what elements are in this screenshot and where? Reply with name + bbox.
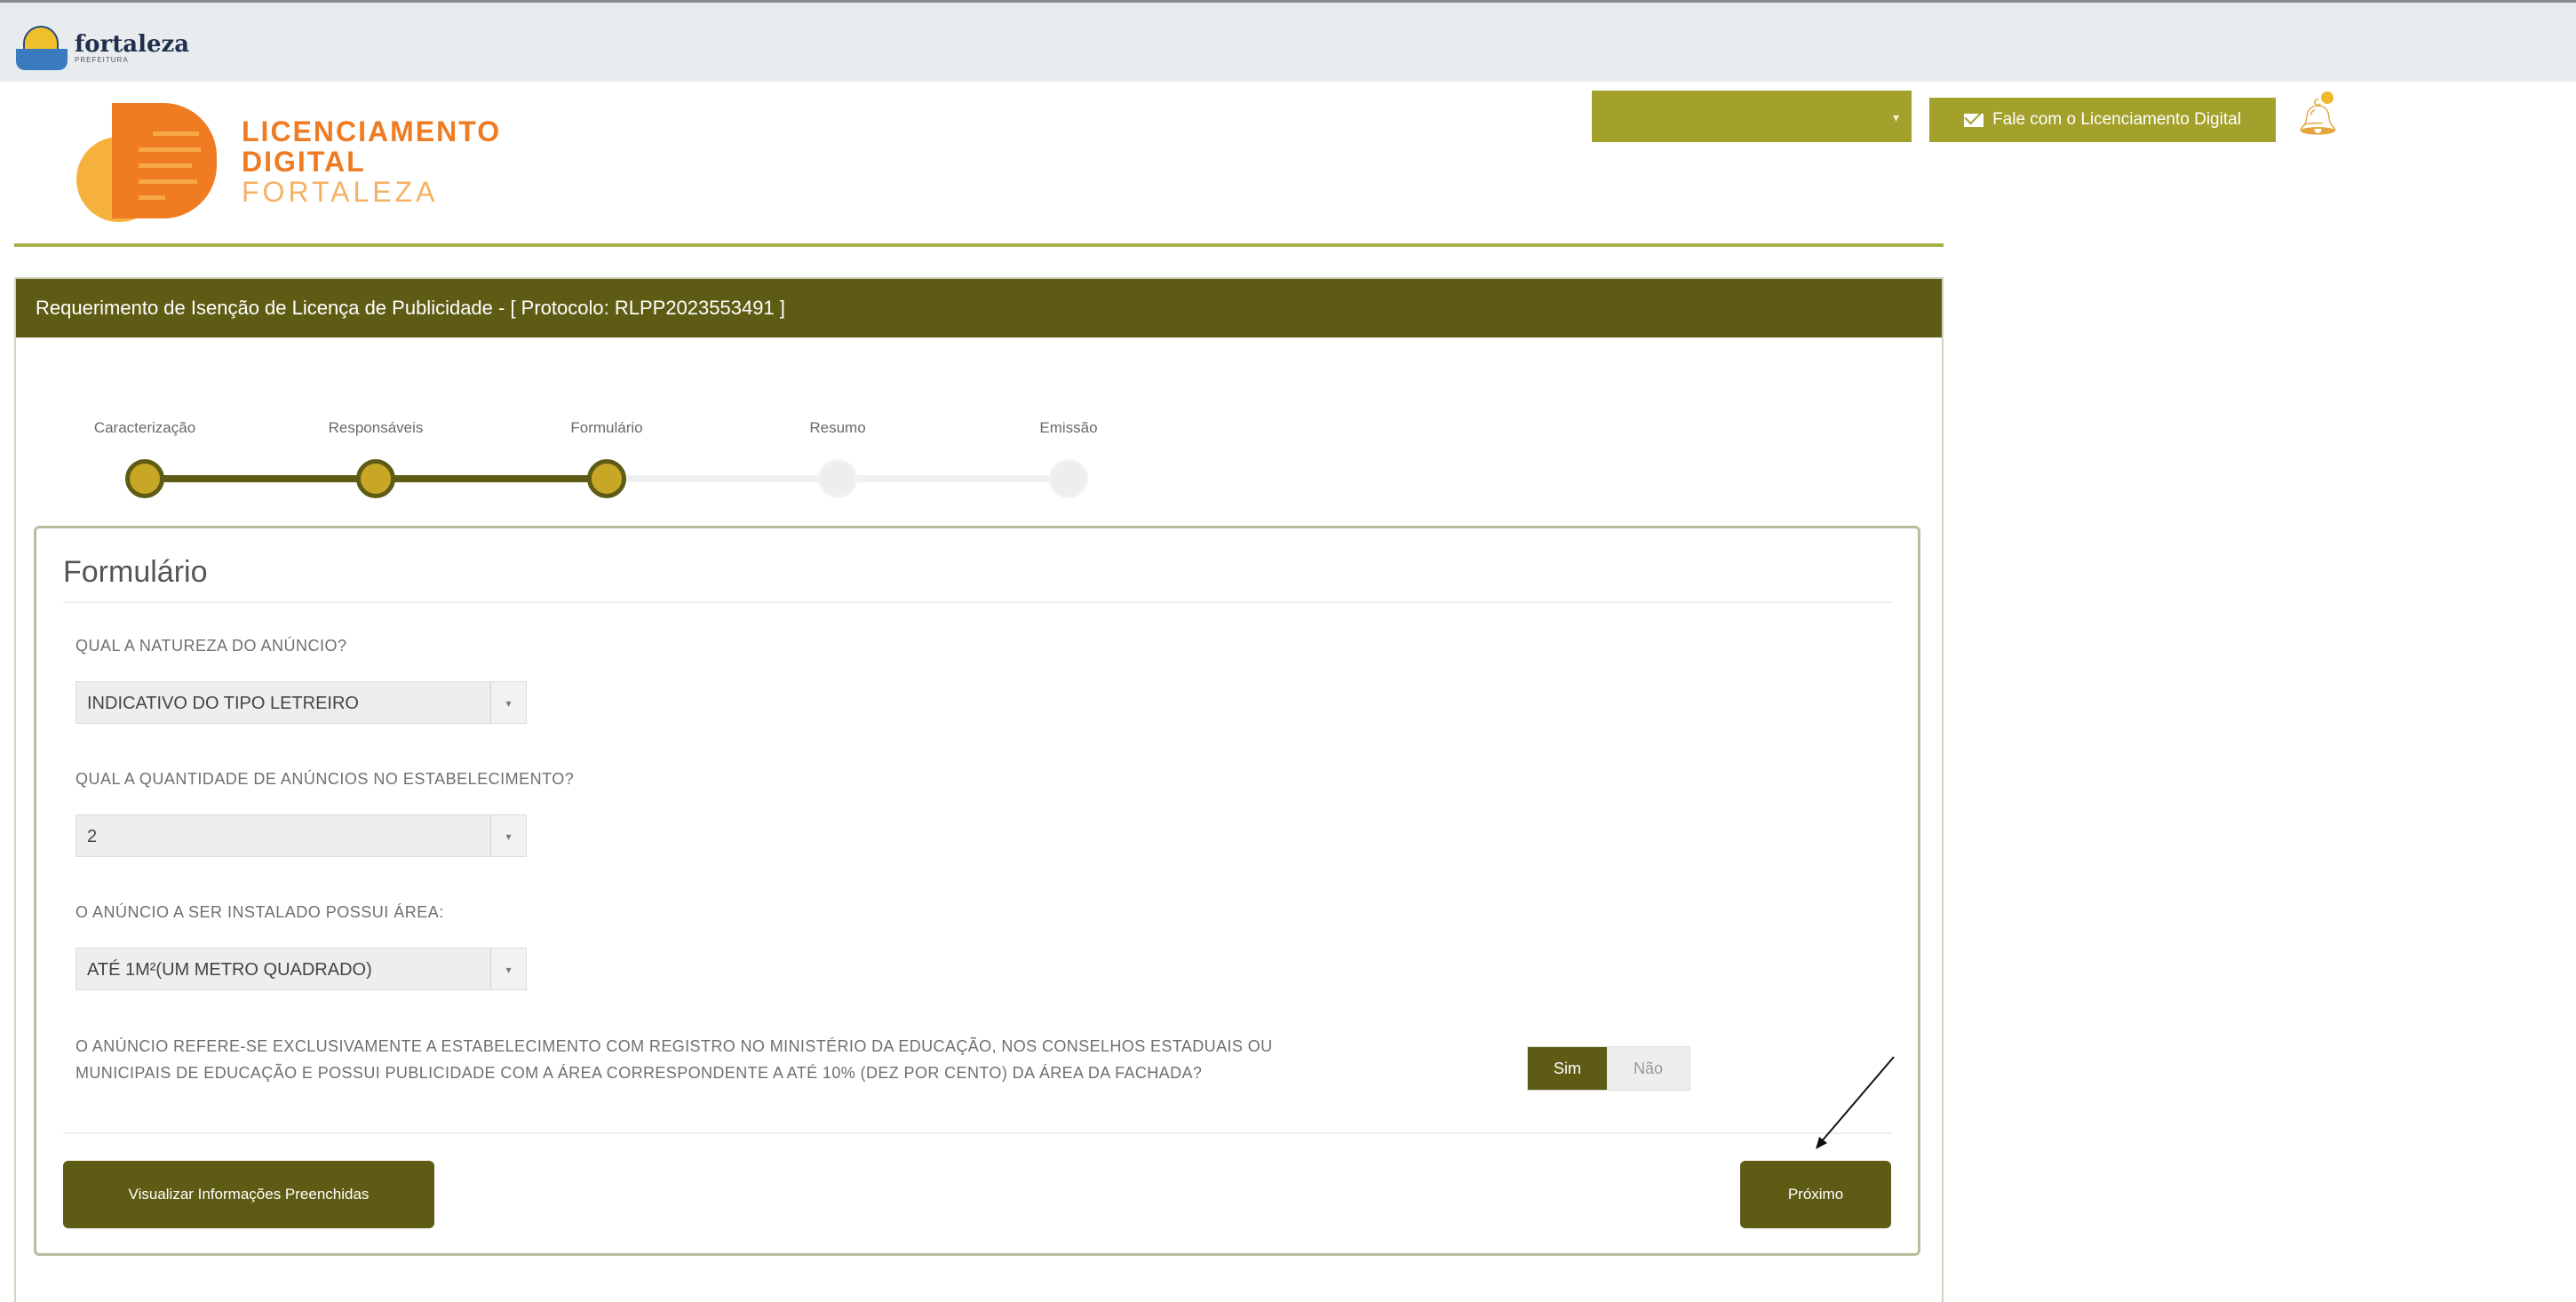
chevron-down-icon: ▾	[490, 949, 526, 989]
area-select[interactable]: ATÉ 1M²(UM METRO QUADRADO) ▾	[76, 948, 527, 990]
educacao-yes-no-toggle: Sim Não	[1527, 1046, 1690, 1091]
step-label-resumo: Resumo	[809, 419, 866, 436]
step-label-formulario: Formulário	[570, 419, 643, 436]
question-educacao-label: O ANÚNCIO REFERE-SE EXCLUSIVAMENTE A EST…	[76, 1033, 1532, 1086]
header-divider	[14, 243, 1944, 247]
question-educacao-line2: MUNICIPAIS DE EDUCAÇÃO E POSSUI PUBLICID…	[76, 1064, 1203, 1082]
brand-logo[interactable]: LICENCIAMENTO DIGITAL FORTALEZA	[76, 99, 501, 224]
toggle-yes-button[interactable]: Sim	[1528, 1047, 1608, 1090]
step-label-emissao: Emissão	[1039, 419, 1098, 436]
area-select-value: ATÉ 1M²(UM METRO QUADRADO)	[87, 960, 372, 980]
toggle-no-button[interactable]: Não	[1607, 1047, 1690, 1090]
brand-mark-icon	[76, 99, 219, 224]
question-quantidade-label: QUAL A QUANTIDADE DE ANÚNCIOS NO ESTABEL…	[76, 770, 575, 788]
user-dropdown[interactable]: ▾	[1592, 91, 1912, 142]
contact-button-label: Fale com o Licenciamento Digital	[1992, 110, 2241, 129]
step-dot-responsaveis[interactable]	[356, 459, 395, 498]
question-natureza-label: QUAL A NATUREZA DO ANÚNCIO?	[76, 637, 347, 655]
natureza-select-value: INDICATIVO DO TIPO LETREIRO	[87, 694, 359, 713]
step-dot-caracterizacao[interactable]	[125, 459, 164, 498]
quantidade-select[interactable]: 2 ▾	[76, 814, 527, 857]
step-label-caracterizacao: Caracterização	[93, 419, 196, 436]
view-filled-info-button[interactable]: Visualizar Informações Preenchidas	[63, 1161, 434, 1228]
notification-badge	[2318, 89, 2336, 107]
city-logo[interactable]: fortaleza PREFEITURA	[16, 26, 189, 70]
panel-title: Requerimento de Isenção de Licença de Pu…	[16, 279, 1942, 337]
question-educacao-line1: O ANÚNCIO REFERE-SE EXCLUSIVAMENTE A EST…	[76, 1037, 1273, 1055]
form-footer-divider	[63, 1132, 1893, 1134]
brand-title-line2: DIGITAL	[242, 146, 366, 178]
city-emblem-icon	[16, 26, 68, 70]
form-title: Formulário	[63, 555, 208, 589]
annotation-arrow-icon	[1816, 1056, 1895, 1149]
top-bar: fortaleza PREFEITURA	[0, 0, 2576, 82]
notifications-button[interactable]: 🔔︎	[2295, 89, 2341, 142]
form-card: Formulário QUAL A NATUREZA DO ANÚNCIO? I…	[34, 526, 1920, 1256]
chevron-down-icon: ▾	[490, 682, 526, 723]
brand-title-line1: LICENCIAMENTO	[242, 115, 502, 147]
city-name: fortaleza	[75, 30, 190, 58]
step-dot-formulario[interactable]	[587, 459, 626, 498]
step-dot-resumo	[818, 459, 857, 498]
form-title-divider	[63, 601, 1893, 603]
quantidade-select-value: 2	[87, 827, 98, 846]
brand-title-line3: FORTALEZA	[242, 176, 439, 208]
contact-button[interactable]: Fale com o Licenciamento Digital	[1929, 98, 2276, 142]
chevron-down-icon: ▾	[1892, 110, 1899, 124]
step-label-responsaveis: Responsáveis	[328, 419, 424, 436]
chevron-down-icon: ▾	[490, 815, 526, 856]
next-button[interactable]: Próximo	[1740, 1161, 1891, 1228]
step-dot-emissao	[1049, 459, 1088, 498]
question-area-label: O ANÚNCIO A SER INSTALADO POSSUI ÁREA:	[76, 903, 444, 921]
envelope-icon	[1964, 113, 1984, 127]
natureza-select[interactable]: INDICATIVO DO TIPO LETREIRO ▾	[76, 681, 527, 724]
